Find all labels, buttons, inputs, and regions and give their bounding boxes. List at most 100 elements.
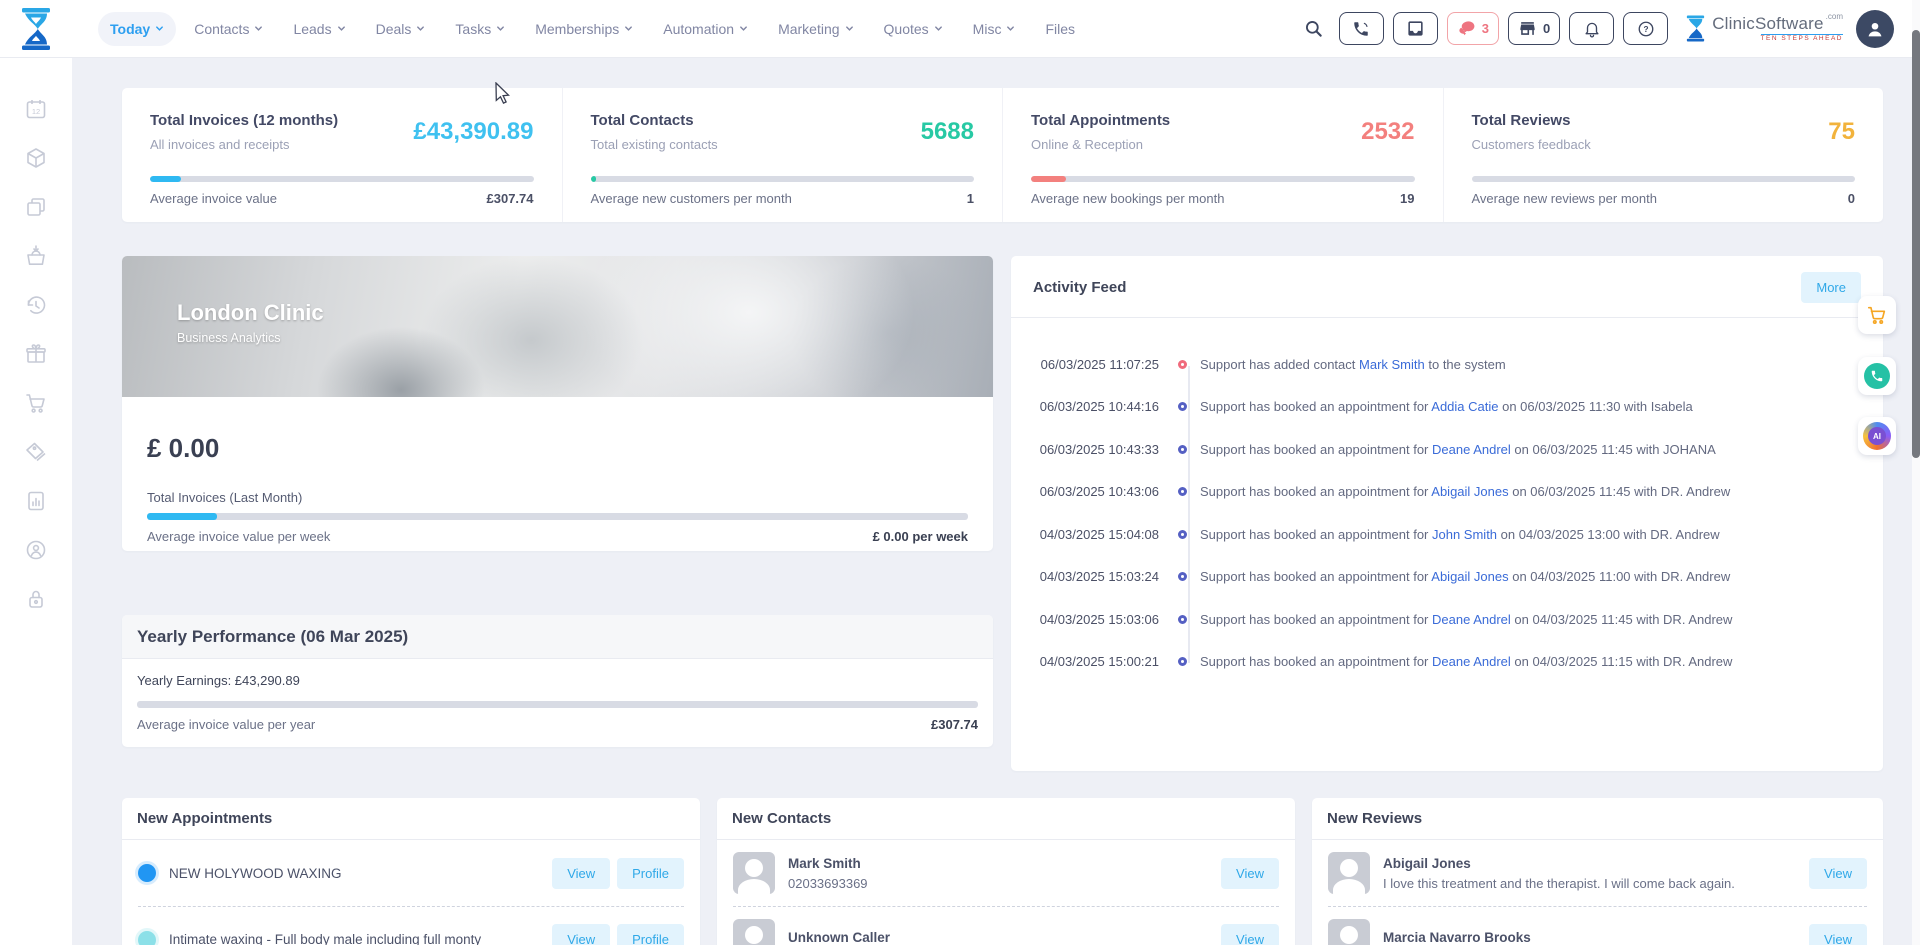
help-button[interactable]: ? [1623,12,1668,45]
activity-text-post: to the system [1425,357,1506,372]
contact-name: Mark Smith [788,856,868,871]
contact-link[interactable]: John Smith [1432,527,1497,542]
review-text: I love this treatment and the therapist.… [1383,876,1735,891]
activity-text: Support has booked an appointment for Ad… [1200,399,1693,414]
report-document-icon[interactable] [24,489,48,513]
activity-text-pre: Support has booked an appointment for [1200,399,1431,414]
stats-band: Total Invoices (12 months) All invoices … [122,88,1883,222]
new-contacts-card: New Contacts Mark Smith 02033693369 View… [717,798,1295,945]
activity-row: 06/03/2025 11:07:25 Support has added co… [1011,343,1883,386]
svg-text:12: 12 [32,107,40,116]
user-avatar[interactable] [1856,10,1894,48]
nav-item-files[interactable]: Files [1033,12,1087,46]
stat-card-total-contacts: Total Contacts Total existing contacts 5… [562,88,1003,222]
search-button[interactable] [1304,19,1324,39]
support-agent-icon[interactable] [24,538,48,562]
store-count-badge: 0 [1543,21,1550,36]
gift-icon[interactable] [24,342,48,366]
basket-checkin-icon[interactable] [24,244,48,268]
yearly-header: Yearly Performance (06 Mar 2025) [122,615,993,659]
clinicsoftware-brand-logo[interactable]: ClinicSoftware .com TEN STEPS AHEAD [1685,15,1843,43]
app-logo[interactable] [0,8,72,50]
history-clock-icon[interactable] [24,293,48,317]
activity-time: 04/03/2025 15:03:24 [1011,569,1159,584]
view-button[interactable]: View [1221,924,1279,945]
chevron-down-icon [845,24,854,33]
view-button[interactable]: View [552,858,610,889]
nav-label: Memberships [535,21,619,37]
activity-text-post: on 06/03/2025 11:45 with DR. Andrew [1509,484,1731,499]
profile-button[interactable]: Profile [617,858,684,889]
review-row: Abigail Jones I love this treatment and … [1328,840,1867,906]
view-button[interactable]: View [1809,924,1867,945]
activity-text-post: on 06/03/2025 11:45 with JOHANA [1511,442,1716,457]
appointment-row: NEW HOLYWOOD WAXING View Profile [138,840,684,906]
activity-more-button[interactable]: More [1801,272,1861,303]
activity-text: Support has booked an appointment for Ab… [1200,484,1730,499]
profile-button[interactable]: Profile [617,924,684,945]
calendar-icon[interactable]: 12 [24,97,48,121]
activity-feed-title: Activity Feed [1033,279,1126,296]
stat-title: Total Contacts [591,112,718,129]
nav-item-misc[interactable]: Misc [961,12,1028,46]
nav-item-automation[interactable]: Automation [651,12,760,46]
contact-link[interactable]: Mark Smith [1359,357,1425,372]
activity-time: 06/03/2025 10:44:16 [1011,399,1159,414]
clinic-overview-card: London Clinic Business Analytics £ 0.00 … [122,256,993,551]
nav-item-today[interactable]: Today [98,12,176,46]
yearly-earnings: Yearly Earnings: £43,290.89 [137,673,978,688]
nav-item-tasks[interactable]: Tasks [443,12,517,46]
package-cube-icon[interactable] [24,146,48,170]
copy-squares-icon[interactable] [24,195,48,219]
nav-item-marketing[interactable]: Marketing [766,12,865,46]
view-button[interactable]: View [1221,858,1279,889]
view-button[interactable]: View [552,924,610,945]
chevron-down-icon [934,24,943,33]
quick-ai-button[interactable]: AI [1858,417,1896,455]
lock-icon[interactable] [24,587,48,611]
nav-label: Contacts [194,21,249,37]
nav-item-memberships[interactable]: Memberships [523,12,645,46]
shopping-cart-icon[interactable] [24,391,48,415]
contact-link[interactable]: Deane Andrel [1432,442,1511,457]
phone-button[interactable] [1339,12,1384,45]
activity-text: Support has booked an appointment for Ab… [1200,569,1730,584]
main-nav: Today Contacts Leads Deals Tasks Members… [98,12,1087,46]
store-button[interactable]: 0 [1508,12,1560,45]
quick-call-button[interactable] [1858,357,1896,395]
top-right-actions: 3 0 ? [1304,10,1920,48]
contact-link[interactable]: Addia Catie [1431,399,1498,414]
price-tags-icon[interactable] [24,440,48,464]
view-button[interactable]: View [1809,858,1867,889]
new-appointments-title: New Appointments [137,810,272,827]
stat-footer-value: £307.74 [487,191,534,206]
stat-footer-value: 19 [1400,191,1414,206]
clinic-subtitle: Business Analytics [177,331,324,345]
notifications-button[interactable] [1569,12,1614,45]
stat-title: Total Appointments [1031,112,1170,129]
stat-title: Total Invoices (12 months) [150,112,338,129]
contact-link[interactable]: Deane Andrel [1432,612,1511,627]
chat-button[interactable]: 3 [1447,12,1499,45]
activity-text-pre: Support has booked an appointment for [1200,569,1431,584]
phone-icon [1864,363,1890,389]
activity-text-pre: Support has booked an appointment for [1200,654,1432,669]
contact-link[interactable]: Abigail Jones [1431,569,1508,584]
contact-link[interactable]: Abigail Jones [1431,484,1508,499]
activity-row: 06/03/2025 10:43:06 Support has booked a… [1011,471,1883,514]
ai-label: AI [1868,427,1886,445]
activity-text-pre: Support has booked an appointment for [1200,442,1432,457]
activity-text-pre: Support has booked an appointment for [1200,527,1432,542]
inbox-button[interactable] [1393,12,1438,45]
nav-item-deals[interactable]: Deals [364,12,438,46]
nav-item-quotes[interactable]: Quotes [872,12,955,46]
nav-item-contacts[interactable]: Contacts [182,12,275,46]
activity-rows: 06/03/2025 11:07:25 Support has added co… [1011,318,1883,683]
contact-link[interactable]: Deane Andrel [1432,654,1511,669]
page-scrollbar-thumb[interactable] [1912,30,1920,458]
nav-item-leads[interactable]: Leads [281,12,357,46]
chat-count-badge: 3 [1482,21,1489,36]
quick-cart-button[interactable] [1858,296,1896,334]
activity-row: 04/03/2025 15:00:21 Support has booked a… [1011,641,1883,684]
page-scrollbar-track[interactable] [1912,0,1920,945]
